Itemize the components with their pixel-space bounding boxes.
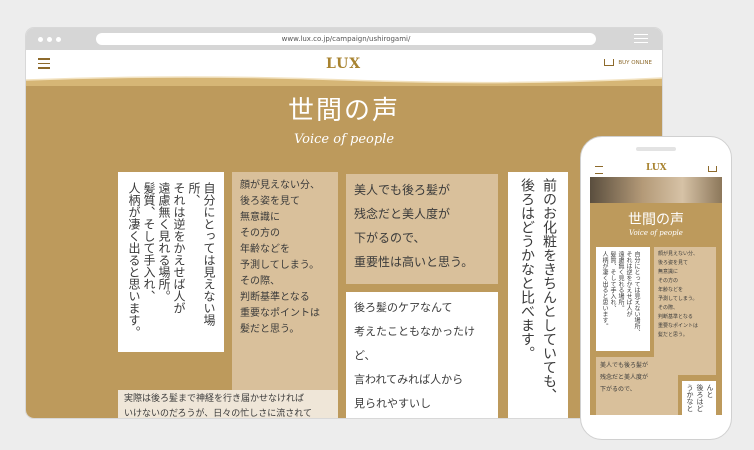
voice-card-2: 顔が見えない分、 後ろ姿を見て 無意識に その方の 年齢などを 予測してしまう。… bbox=[232, 172, 338, 404]
cart-icon bbox=[604, 59, 615, 66]
address-bar[interactable]: www.lux.co.jp/campaign/ushirogami/ bbox=[96, 33, 596, 45]
phone-voice-card-text: 前のお化粧をきちんと 後ろはどうかなと bbox=[686, 384, 714, 412]
browser-toolbar: www.lux.co.jp/campaign/ushirogami/ bbox=[26, 28, 662, 50]
voice-card-1: 自分にとっては見えない場所、 それは逆をかえせば人が 遠慮無く見れる場所。 髪質… bbox=[118, 172, 224, 352]
voice-card-6: 実際は後ろ髪まで神経を行き届かせなければ いけないのだろうが、日々の忙しさに流さ… bbox=[118, 390, 338, 418]
phone-voice-card-text: 顔が見えない分、 後ろ姿を見て 無意識に その方の 年齢などを 予測してしまう。… bbox=[658, 251, 699, 338]
voice-card-4: 後ろ髪のケアなんて 考えたこともなかったけど、 言われてみれば人から 見られやす… bbox=[346, 292, 498, 418]
voice-card-text: 自分にとっては見えない場所、 それは逆をかえせば人が 遠慮無く見れる場所。 髪質… bbox=[127, 182, 216, 338]
voice-card-text: 美人でも後ろ髪が 残念だと美人度が 下がるので、 重要性は高いと思う。 bbox=[354, 183, 474, 269]
phone-mockup: LUX 世間の声 Voice of people 自分にとっては見えない場所、 … bbox=[580, 136, 732, 440]
phone-voice-card-3: 美人でも後ろ髪が 残念だと美人度が 下がるので、 bbox=[596, 357, 678, 415]
page-subtitle: Voice of people bbox=[293, 132, 395, 147]
buy-online-label: BUY ONLINE bbox=[618, 60, 652, 66]
window-dot-icon bbox=[38, 37, 43, 42]
phone-voice-card-4: 前のお化粧をきちんと 後ろはどうかなと bbox=[682, 381, 716, 415]
phone-cart-icon[interactable] bbox=[708, 166, 717, 172]
voice-card-text: 前のお化粧をきちんとしていても、 後ろはどうかなと比べます。 bbox=[519, 178, 557, 402]
phone-voice-card-1: 自分にとっては見えない場所、 それは逆をかえせば人が 遠慮無く見れる場所。 髪質… bbox=[596, 247, 650, 351]
phone-lux-logo[interactable]: LUX bbox=[646, 163, 667, 173]
voice-card-5: 前のお化粧をきちんとしていても、 後ろはどうかなと比べます。 bbox=[508, 172, 568, 418]
phone-voice-card-text: 美人でも後ろ髪が 残念だと美人度が 下がるので、 bbox=[600, 362, 649, 393]
phone-voice-card-2: 顔が見えない分、 後ろ姿を見て 無意識に その方の 年齢などを 予測してしまう。… bbox=[654, 247, 716, 375]
phone-speaker bbox=[636, 147, 676, 151]
phone-page-subtitle: Voice of people bbox=[629, 229, 683, 237]
phone-screen: LUX 世間の声 Voice of people 自分にとっては見えない場所、 … bbox=[590, 161, 722, 415]
voice-section: 世間の声 Voice of people 自分にとっては見えない場所、 それは逆… bbox=[26, 86, 662, 418]
phone-page-title: 世間の声 bbox=[628, 212, 684, 228]
buy-online-link[interactable]: BUY ONLINE bbox=[604, 59, 652, 66]
voice-card-text: 実際は後ろ髪まで神経を行き届かせなければ いけないのだろうが、日々の忙しさに流さ… bbox=[124, 394, 313, 418]
phone-hero-photo bbox=[590, 177, 722, 203]
browser-window: www.lux.co.jp/campaign/ushirogami/ LUX B… bbox=[26, 28, 662, 418]
lux-logo[interactable]: LUX bbox=[326, 56, 361, 72]
voice-card-3: 美人でも後ろ髪が 残念だと美人度が 下がるので、 重要性は高いと思う。 bbox=[346, 174, 498, 284]
site-header: LUX BUY ONLINE bbox=[26, 50, 662, 76]
window-dot-icon bbox=[47, 37, 52, 42]
hamburger-menu-icon[interactable] bbox=[38, 58, 50, 69]
voice-card-text: 後ろ髪のケアなんて 考えたこともなかったけど、 言われてみれば人から 見られやす… bbox=[354, 301, 475, 410]
phone-voice-card-text: 自分にとっては見えない場所、 それは逆をかえせば人が 遠慮無く見れる場所。 髪質… bbox=[601, 251, 640, 335]
phone-header: LUX bbox=[590, 161, 722, 177]
page-title: 世間の声 bbox=[287, 96, 400, 126]
browser-menu-icon[interactable] bbox=[634, 34, 648, 44]
window-dot-icon bbox=[56, 37, 61, 42]
voice-card-text: 顔が見えない分、 後ろ姿を見て 無意識に その方の 年齢などを 予測してしまう。… bbox=[240, 180, 320, 335]
phone-hamburger-icon[interactable] bbox=[595, 166, 603, 174]
